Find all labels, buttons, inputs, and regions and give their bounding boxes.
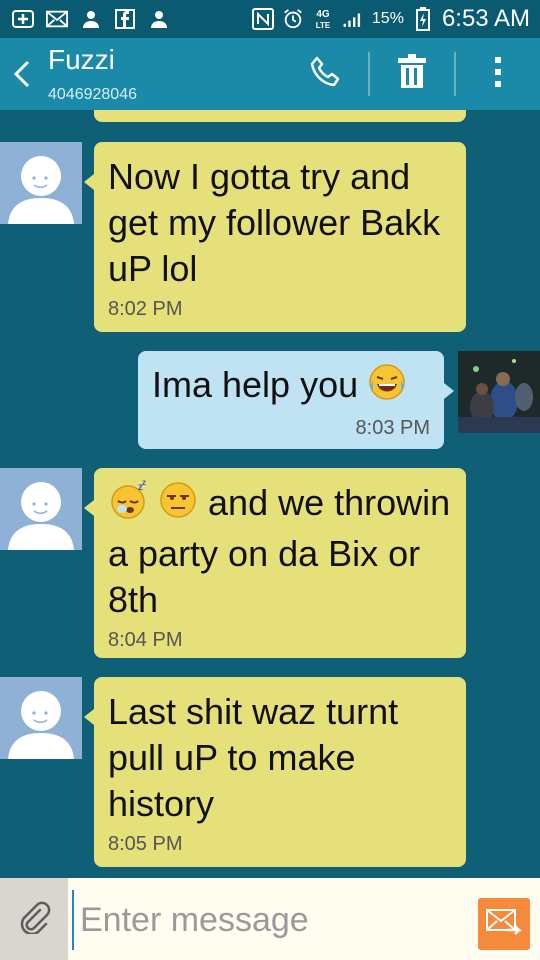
battery-percent: 15%	[371, 10, 404, 27]
more-options-button[interactable]	[476, 52, 520, 96]
person-icon	[80, 8, 102, 30]
nfc-icon	[251, 8, 274, 30]
message-bubble-outgoing[interactable]: Ima help you 8:03 PM	[138, 351, 454, 449]
message-time: 8:02 PM	[108, 298, 183, 320]
action-separator	[368, 52, 370, 96]
message-bubble-incoming[interactable]: zz and we throwin a party on da Bix or 8…	[84, 468, 466, 658]
phone-icon	[309, 55, 343, 94]
back-icon[interactable]	[8, 56, 38, 92]
message-thread[interactable]: Now I gotta try and get my follower Bakk…	[0, 110, 540, 878]
message-bubble-incoming[interactable]: Now I gotta try and get my follower Bakk…	[84, 142, 466, 332]
signal-icon	[342, 8, 364, 30]
message-bubble-previous[interactable]	[94, 110, 466, 122]
status-time: 6:53 AM	[441, 5, 530, 32]
default-avatar-icon	[8, 691, 74, 759]
message-text: Now I gotta try and get my follower Bakk…	[108, 156, 441, 289]
send-button[interactable]	[478, 898, 530, 950]
my-avatar-photo[interactable]	[458, 351, 540, 433]
attach-button[interactable]	[0, 878, 68, 960]
message-bubble-incoming[interactable]: Last shit waz turnt pull uP to make hist…	[84, 677, 466, 867]
contact-avatar[interactable]	[0, 468, 82, 550]
svg-text:z: z	[142, 480, 146, 487]
lte-icon: 4G LTE	[312, 8, 334, 30]
alarm-icon	[282, 8, 304, 30]
default-avatar-icon	[8, 482, 74, 550]
more-options-icon	[493, 55, 503, 94]
contact-name[interactable]: Fuzzi	[48, 44, 115, 76]
composer-bar	[0, 878, 540, 960]
contact-avatar[interactable]	[0, 142, 82, 224]
message-text: Last shit waz turnt pull uP to make hist…	[108, 691, 399, 824]
message-time: 8:05 PM	[108, 833, 183, 855]
action-separator	[454, 52, 456, 96]
call-button[interactable]	[304, 52, 348, 96]
svg-text:LTE: LTE	[316, 21, 331, 30]
mail-icon	[46, 8, 68, 30]
bubble-tail	[84, 174, 94, 190]
facebook-icon	[114, 8, 136, 30]
bubble-tail	[84, 709, 94, 725]
svg-text:4G: 4G	[316, 9, 330, 20]
paperclip-icon	[17, 900, 51, 939]
tears-of-joy-emoji-icon	[368, 363, 406, 411]
message-input[interactable]	[72, 890, 472, 950]
delete-button[interactable]	[390, 52, 434, 96]
contact-avatar[interactable]	[0, 677, 82, 759]
conversation-header: Fuzzi 4046928046	[0, 38, 540, 110]
send-message-icon	[485, 906, 523, 943]
photo-thumbnail-icon	[458, 351, 540, 433]
message-time: 8:04 PM	[108, 629, 183, 651]
default-avatar-icon	[8, 156, 74, 224]
unamused-face-emoji-icon	[158, 480, 198, 531]
battery-charging-icon	[412, 7, 434, 31]
message-time: 8:03 PM	[355, 417, 430, 440]
bubble-tail	[444, 383, 454, 399]
status-bar: 4G LTE 15% 6:53 AM	[0, 0, 540, 38]
delete-icon	[395, 53, 429, 95]
person-icon	[148, 8, 170, 30]
sleeping-face-emoji-icon: zz	[108, 478, 148, 531]
bubble-tail	[84, 500, 94, 516]
message-text: Ima help you	[152, 364, 359, 405]
contact-number: 4046928046	[48, 86, 137, 103]
add-icon	[12, 8, 34, 30]
